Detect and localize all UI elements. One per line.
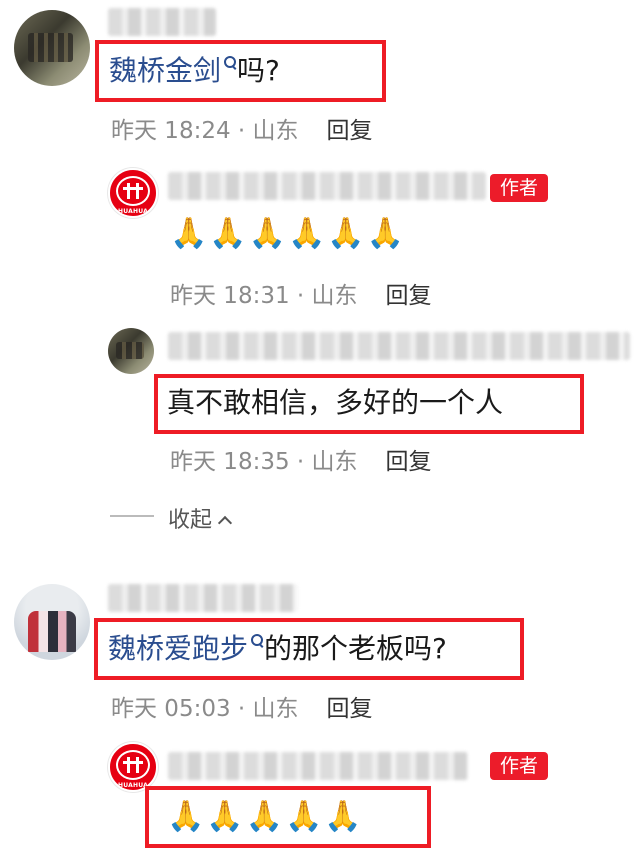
author-avatar[interactable]: HUAHUA: [108, 168, 158, 218]
username-blurred[interactable]: [108, 584, 298, 612]
reply-emojis: 🙏🙏🙏🙏🙏🙏: [170, 216, 407, 251]
search-icon[interactable]: [223, 54, 237, 72]
author-avatar[interactable]: HUAHUA: [108, 742, 158, 792]
comment-meta: 昨天 18:24 · 山东 回复: [111, 111, 373, 145]
author-badge: 作者: [490, 752, 548, 780]
username-blurred[interactable]: [168, 332, 630, 360]
divider: [110, 515, 154, 517]
username-blurred[interactable]: [168, 172, 486, 200]
comment-text: 魏桥爱跑步 的那个老板吗?: [108, 632, 447, 666]
topic-link[interactable]: 魏桥金剑: [109, 54, 221, 87]
collapse-label: 收起: [168, 508, 213, 533]
chevron-up-icon: [217, 515, 233, 531]
brand-avatar-text: HUAHUA: [118, 208, 148, 215]
comment-meta: 昨天 05:03 · 山东 回复: [111, 689, 373, 723]
reply-time: 昨天 18:31 · 山东: [170, 283, 358, 309]
reply-button[interactable]: 回复: [327, 696, 373, 722]
comment-time: 昨天 18:24 · 山东: [111, 118, 299, 144]
reply-button[interactable]: 回复: [327, 118, 373, 144]
topic-link[interactable]: 魏桥爱跑步: [108, 632, 248, 665]
reply-button[interactable]: 回复: [386, 283, 432, 309]
reply-meta: 昨天 18:35 · 山东 回复: [170, 442, 432, 476]
comment-text-rest: 吗?: [237, 54, 280, 87]
username-blurred[interactable]: [108, 8, 216, 36]
author-badge: 作者: [490, 174, 548, 202]
reply-meta: 昨天 18:31 · 山东 回复: [170, 276, 432, 310]
reply-emojis: 🙏🙏🙏🙏🙏: [167, 799, 364, 834]
avatar[interactable]: [14, 584, 90, 660]
search-icon[interactable]: [250, 632, 264, 650]
reply-time: 昨天 18:35 · 山东: [170, 449, 358, 475]
reply-button[interactable]: 回复: [386, 449, 432, 475]
comment-time: 昨天 05:03 · 山东: [111, 696, 299, 722]
collapse-button[interactable]: 收起: [168, 502, 233, 534]
comment-text: 魏桥金剑 吗?: [109, 54, 280, 88]
reply-text: 真不敢相信，多好的一个人: [167, 386, 504, 419]
username-blurred[interactable]: [168, 752, 468, 780]
comment-text-rest: 的那个老板吗?: [264, 632, 447, 665]
avatar[interactable]: [108, 328, 154, 374]
avatar[interactable]: [14, 10, 90, 86]
